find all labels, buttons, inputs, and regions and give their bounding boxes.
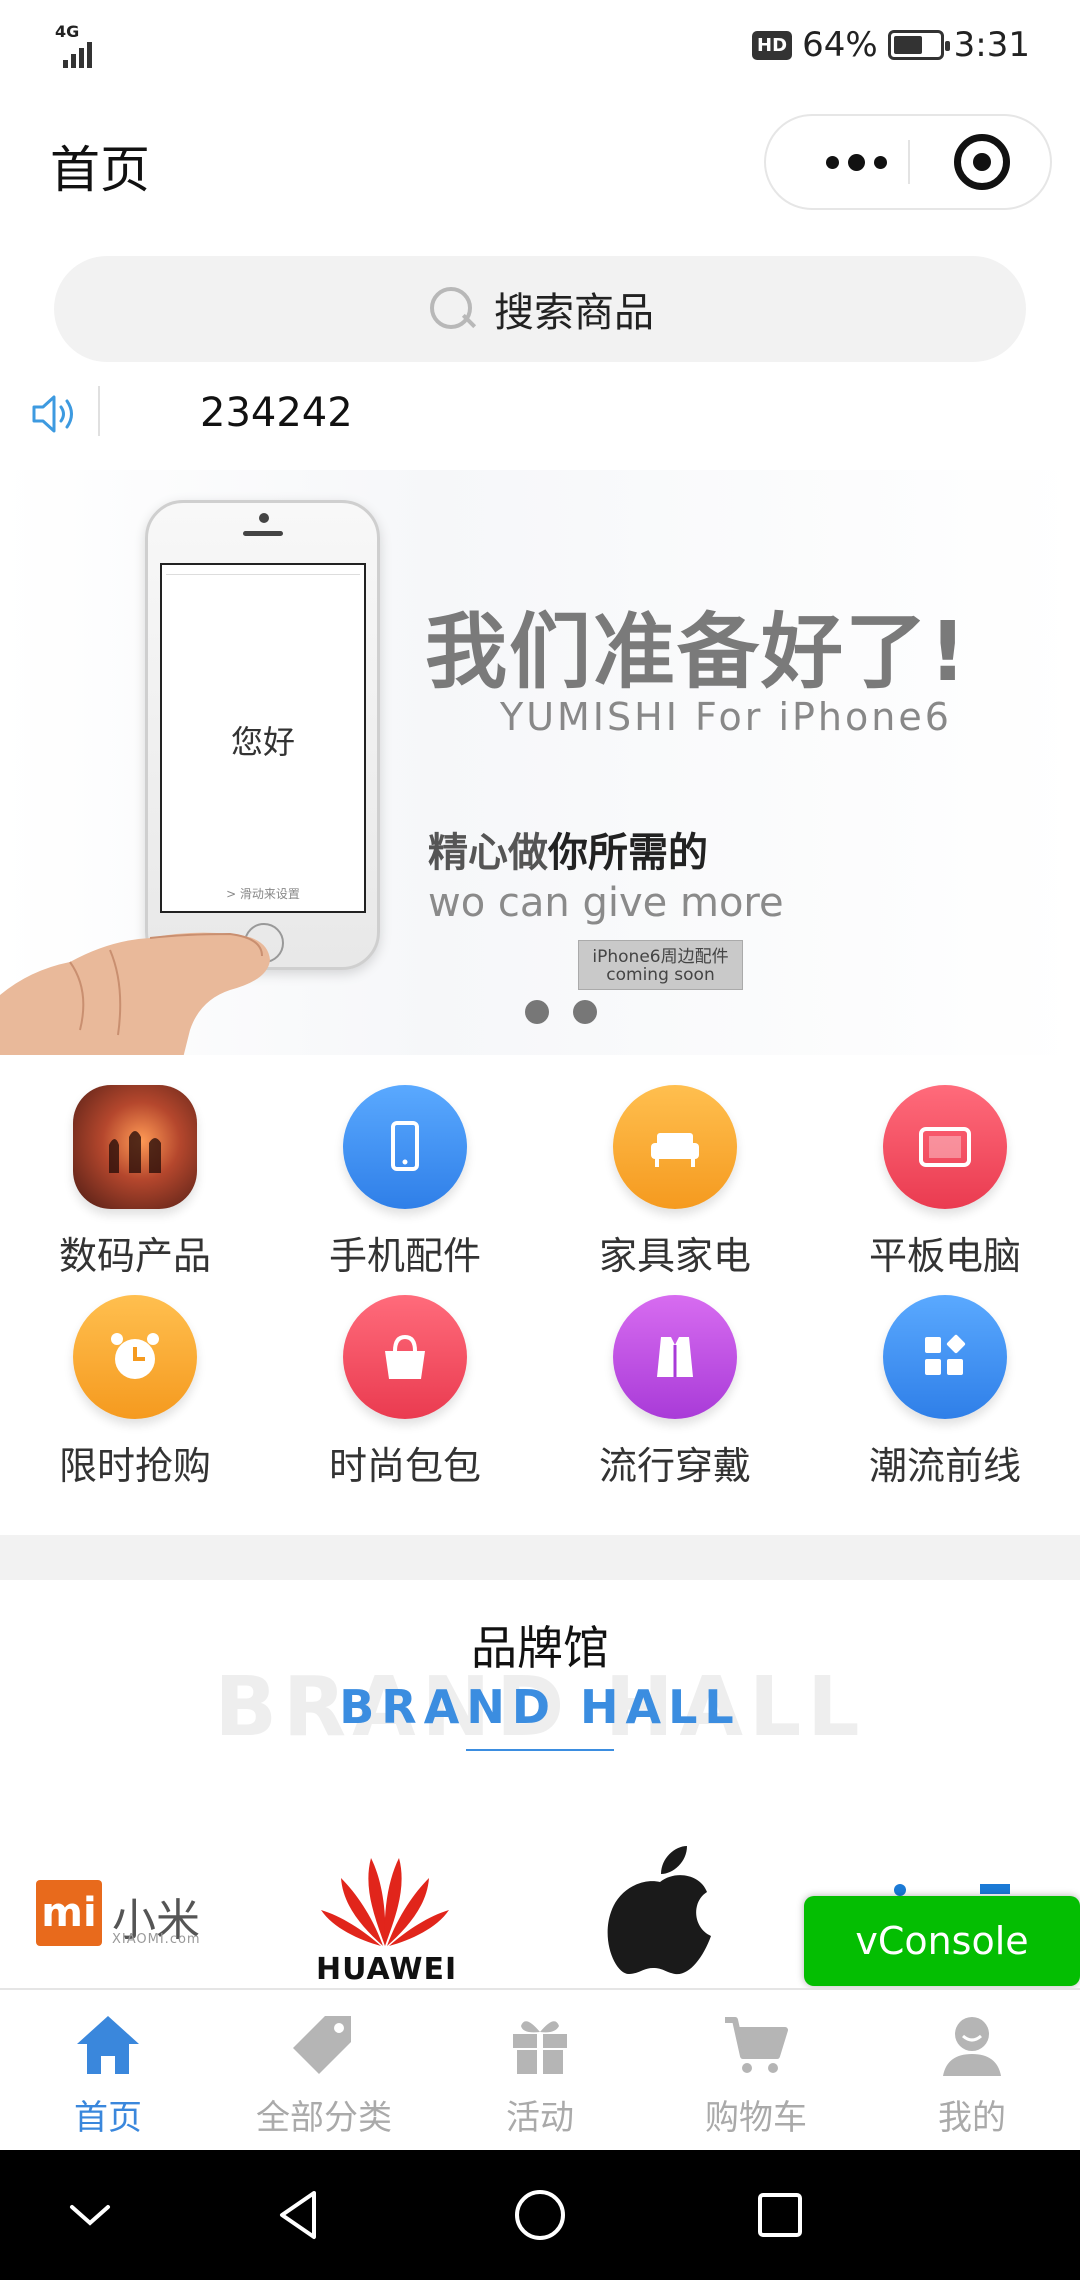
notice-bar[interactable]: 234242 bbox=[0, 378, 1080, 452]
xiaomi-logo[interactable]: mi bbox=[36, 1880, 102, 1946]
banner-badge: iPhone6周边配件 coming soon bbox=[578, 940, 743, 990]
hand-image bbox=[0, 932, 270, 1055]
banner-headline: 我们准备好了! bbox=[425, 605, 969, 700]
tab-home[interactable]: 首页 bbox=[0, 1990, 216, 2150]
status-bar: 4G HD 64% 3:31 bbox=[0, 0, 1080, 90]
search-bar[interactable]: 搜索商品 bbox=[54, 256, 1026, 362]
clothing-icon bbox=[613, 1295, 737, 1419]
carousel-dot[interactable] bbox=[525, 1000, 549, 1024]
title-bar: 首页 bbox=[0, 100, 1080, 225]
section-divider bbox=[0, 1535, 1080, 1580]
gift-icon bbox=[513, 2021, 567, 2074]
hd-badge: HD bbox=[752, 30, 793, 60]
tablet-icon bbox=[883, 1085, 1007, 1209]
category-furniture[interactable]: 家具家电 bbox=[540, 1075, 810, 1285]
target-icon bbox=[973, 153, 991, 171]
search-icon bbox=[426, 283, 478, 335]
back-icon[interactable] bbox=[270, 2185, 330, 2245]
category-flash-sale[interactable]: 限时抢购 bbox=[0, 1285, 270, 1495]
digital-products-icon bbox=[73, 1085, 197, 1209]
huawei-logo[interactable] bbox=[315, 1848, 455, 1948]
apps-icon bbox=[883, 1295, 1007, 1419]
notice-text: 234242 bbox=[200, 390, 353, 436]
category-wearables[interactable]: 流行穿戴 bbox=[540, 1285, 810, 1495]
capsule-divider bbox=[908, 140, 910, 184]
clock: 3:31 bbox=[953, 25, 1030, 65]
page-title: 首页 bbox=[50, 141, 150, 199]
status-right: HD 64% 3:31 bbox=[752, 25, 1030, 65]
battery-percent: 64% bbox=[802, 25, 878, 65]
close-button[interactable] bbox=[954, 134, 1010, 190]
tag-icon bbox=[293, 2016, 351, 2074]
system-nav-bar bbox=[0, 2150, 1080, 2280]
speaker-icon bbox=[32, 395, 73, 433]
tab-categories[interactable]: 全部分类 bbox=[216, 1990, 432, 2150]
tab-cart[interactable]: 购物车 bbox=[648, 1990, 864, 2150]
signal-icon: 4G bbox=[55, 22, 115, 68]
tab-activity[interactable]: 活动 bbox=[432, 1990, 648, 2150]
xiaomi-domain: XIAOMI.com bbox=[112, 1932, 201, 1947]
brand-hall-subtitle: BRAND HALL bbox=[339, 1680, 741, 1734]
battery-icon bbox=[887, 30, 950, 60]
chevron-down-icon[interactable] bbox=[60, 2185, 120, 2245]
tab-bar: 首页 全部分类 活动 购物车 我的 bbox=[0, 1988, 1080, 2150]
apple-logo[interactable] bbox=[605, 1840, 715, 1980]
category-phone-accessories[interactable]: 手机配件 bbox=[270, 1075, 540, 1285]
category-handbags[interactable]: 时尚包包 bbox=[270, 1285, 540, 1495]
category-trends[interactable]: 潮流前线 bbox=[810, 1285, 1080, 1495]
huawei-name[interactable]: HUAWEI bbox=[316, 1952, 457, 1987]
brand-hall-underline bbox=[466, 1749, 614, 1751]
search-placeholder: 搜索商品 bbox=[494, 290, 654, 336]
banner-carousel[interactable]: 您好 > 滑动来设置 我们准备好了! YUMISHI For iPhone6 精… bbox=[0, 470, 1080, 1055]
alarm-clock-icon bbox=[73, 1295, 197, 1419]
handbag-icon bbox=[343, 1295, 467, 1419]
user-icon bbox=[943, 2017, 1001, 2076]
banner-english-line: wo can give more bbox=[428, 880, 784, 926]
vconsole-button[interactable]: vConsole bbox=[804, 1896, 1080, 1986]
cart-icon bbox=[725, 2017, 788, 2073]
tab-profile[interactable]: 我的 bbox=[864, 1990, 1080, 2150]
more-button[interactable] bbox=[806, 116, 906, 208]
brand-hall-title: 品牌馆 bbox=[471, 1621, 609, 1675]
phone-screen-text: 您好 bbox=[230, 723, 295, 761]
network-type: 4G bbox=[55, 22, 80, 41]
banner-subheadline: YUMISHI For iPhone6 bbox=[500, 695, 952, 739]
category-tablet[interactable]: 平板电脑 bbox=[810, 1075, 1080, 1285]
sofa-icon bbox=[613, 1085, 737, 1209]
category-grid: 数码产品 手机配件 家具家电 平板电脑 限时抢购 时尚包包 流行穿戴 潮流前线 bbox=[0, 1075, 1080, 1495]
recents-icon[interactable] bbox=[750, 2185, 810, 2245]
home-circle-icon[interactable] bbox=[510, 2185, 570, 2245]
carousel-indicator bbox=[525, 1000, 597, 1024]
banner-tagline: 精心做你所需的 bbox=[428, 830, 708, 876]
carousel-dot[interactable] bbox=[573, 1000, 597, 1024]
phone-icon bbox=[343, 1085, 467, 1209]
notice-divider bbox=[98, 386, 100, 436]
category-digital[interactable]: 数码产品 bbox=[0, 1075, 270, 1285]
home-icon bbox=[77, 2016, 139, 2074]
miniprogram-capsule bbox=[764, 114, 1052, 210]
